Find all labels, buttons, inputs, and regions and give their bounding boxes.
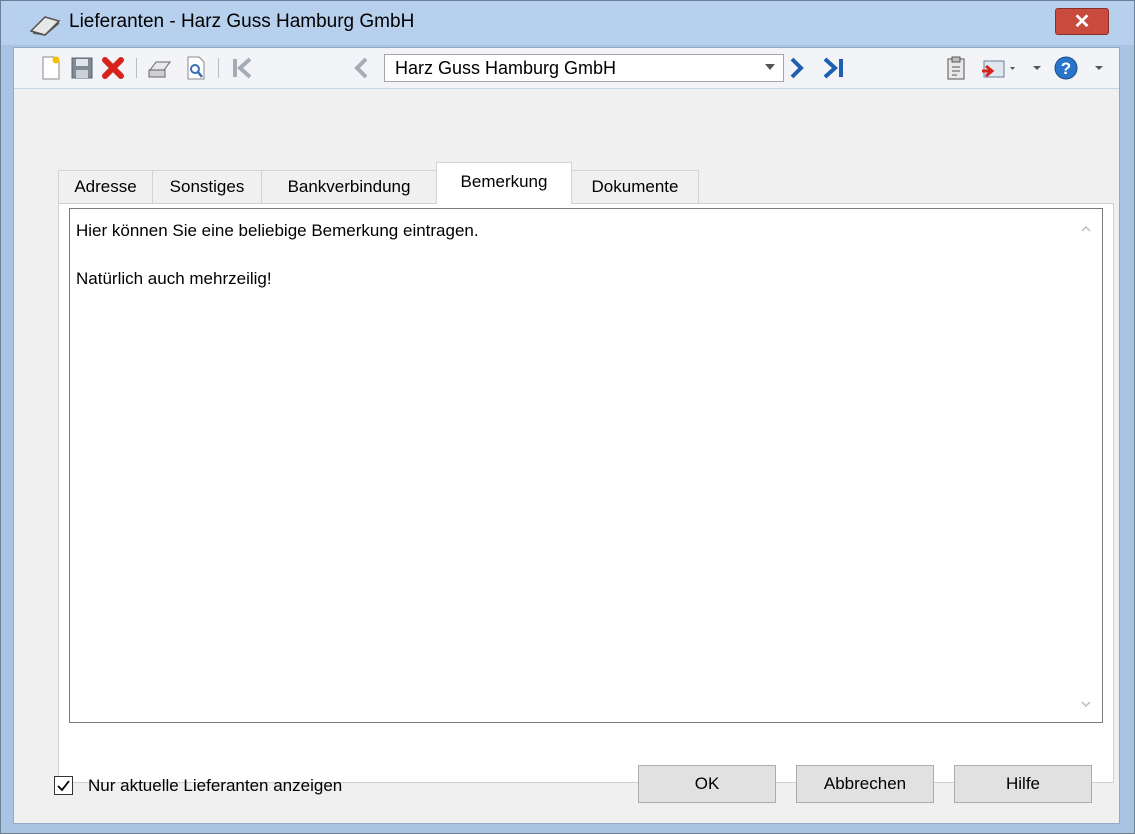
tab-label: Bemerkung [460,172,548,191]
ok-button-label: OK [694,774,720,793]
toolbar: Harz Guss Hamburg GmbH ? [14,48,1119,89]
tab-label: Bankverbindung [287,177,411,196]
first-record-button[interactable] [228,54,256,82]
tab-adresse[interactable]: Adresse [58,170,153,203]
close-button[interactable]: ✕ [1055,8,1109,35]
tab-dokumente[interactable]: Dokumente [571,170,699,203]
tab-label: Sonstiges [169,177,245,196]
export-dropdown[interactable] [1032,54,1042,82]
chevron-down-icon[interactable] [765,64,775,70]
vertical-scrollbar[interactable] [1070,209,1102,722]
export-button[interactable] [980,54,1016,82]
remark-line: Hier können Sie eine beliebige Bemerkung… [76,221,479,240]
ok-button[interactable]: OK [638,765,776,803]
chevron-down-icon [1095,66,1103,70]
clipboard-icon [947,56,965,80]
save-icon [71,57,93,79]
remark-textarea[interactable]: Hier können Sie eine beliebige Bemerkung… [69,208,1103,723]
checkmark-icon [57,780,70,792]
cancel-button[interactable]: Abbrechen [796,765,934,803]
help-icon: ? [1054,56,1078,80]
next-record-button[interactable] [786,54,808,82]
first-record-icon [233,57,252,79]
print-preview-icon [187,56,205,80]
save-button[interactable] [70,54,94,82]
tab-label: Dokumente [591,177,679,196]
supplier-window: Lieferanten - Harz Guss Hamburg GmbH ✕ H… [0,0,1135,834]
scroll-down-icon[interactable] [1080,698,1092,710]
only-current-checkbox[interactable] [54,776,73,795]
help-dropdown[interactable] [1094,54,1104,82]
print-preview-button[interactable] [184,54,208,82]
last-record-icon [823,57,843,79]
tab-label: Adresse [74,177,137,196]
record-selector-value: Harz Guss Hamburg GmbH [395,58,617,78]
chevron-down-icon [1033,66,1041,70]
toolbar-separator [136,58,137,78]
delete-icon [102,57,124,79]
remark-line: Natürlich auch mehrzeilig! [76,269,272,288]
previous-record-icon [354,57,368,79]
clipboard-button[interactable] [944,54,968,82]
new-document-icon [42,56,60,80]
next-record-icon [790,57,804,79]
help-button-label: Hilfe [1005,774,1040,793]
only-current-label[interactable]: Nur aktuelle Lieferanten anzeigen [88,776,342,796]
new-button[interactable] [40,54,62,82]
close-icon: ✕ [1073,11,1091,33]
svg-text:?: ? [1061,59,1071,78]
title-bar: Lieferanten - Harz Guss Hamburg GmbH ✕ [1,1,1134,45]
previous-record-button[interactable] [350,54,372,82]
toolbar-separator [218,58,219,78]
tab-sonstiges[interactable]: Sonstiges [152,170,262,203]
help-text-button[interactable]: Hilfe [954,765,1092,803]
help-button[interactable]: ? [1052,54,1080,82]
book-icon [29,13,63,37]
last-record-button[interactable] [820,54,848,82]
tab-bemerkung[interactable]: Bemerkung [436,162,572,204]
dialog-client-area: Harz Guss Hamburg GmbH ? Adresse Sonstig… [13,47,1120,824]
print-button[interactable] [146,54,174,82]
tab-bankverbindung[interactable]: Bankverbindung [261,170,437,203]
delete-button[interactable] [100,54,126,82]
scroll-up-icon[interactable] [1080,223,1092,235]
record-selector-combo[interactable]: Harz Guss Hamburg GmbH [384,54,784,82]
print-icon [148,61,171,78]
remark-tab-panel: Hier können Sie eine beliebige Bemerkung… [58,203,1114,783]
cancel-button-label: Abbrechen [823,774,907,793]
window-title: Lieferanten - Harz Guss Hamburg GmbH [69,11,415,32]
export-icon [982,60,1015,78]
